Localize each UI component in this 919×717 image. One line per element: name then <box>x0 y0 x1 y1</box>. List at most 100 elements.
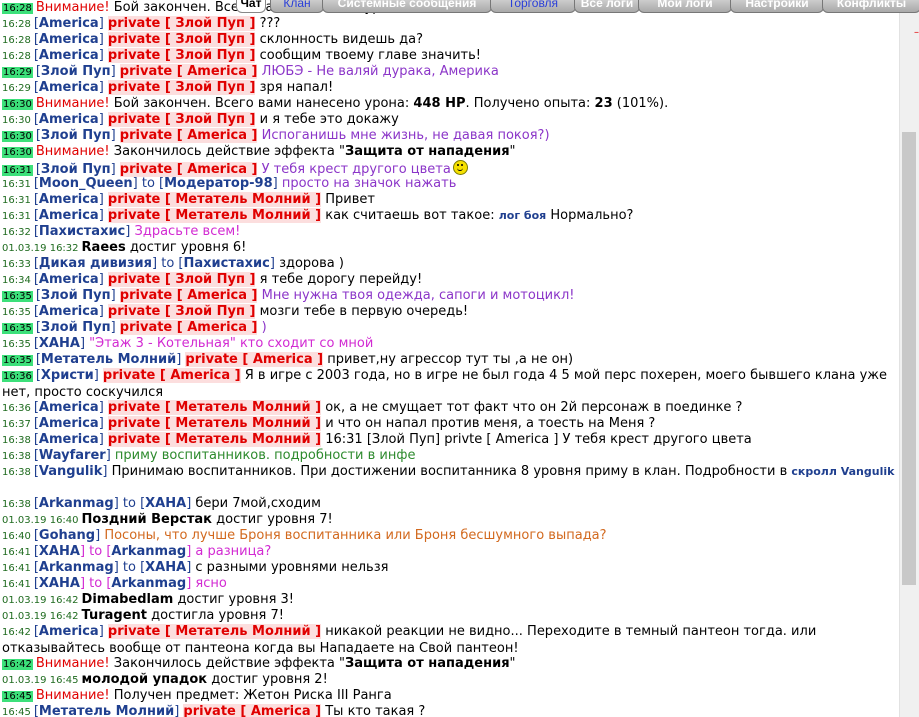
user-nick[interactable]: Злой Пуп <box>41 64 111 79</box>
message-timestamp: 16:32 <box>2 227 31 238</box>
user-nick[interactable]: Arkanmag <box>111 576 186 591</box>
message-text: ] <box>95 528 105 543</box>
user-nick[interactable]: America <box>39 624 99 639</box>
user-nick[interactable]: Moon_Queen <box>39 176 133 191</box>
user-nick[interactable]: Злой Пуп <box>41 288 111 303</box>
user-nick[interactable]: ХАНА <box>145 496 186 511</box>
scrollbar-thumb[interactable] <box>902 132 916 585</box>
chat-message: 16:31 [Moon_Queen] to [Модератор-98] прос… <box>2 176 896 192</box>
message-text: Поздний Верстак <box>81 512 212 527</box>
private-tag[interactable]: private [ Метатель Молний ] <box>107 208 322 223</box>
message-text: здорова ) <box>279 256 344 271</box>
user-nick[interactable]: Метатель Молний <box>39 704 174 717</box>
private-tag[interactable]: private [ Метатель Молний ] <box>107 624 322 639</box>
private-tag[interactable]: private [ America ] <box>183 704 322 717</box>
private-tag[interactable]: private [ America ] <box>185 352 324 367</box>
private-tag[interactable]: private [ America ] <box>119 162 258 177</box>
tab-3[interactable]: Торговля <box>490 0 576 13</box>
user-nick[interactable]: Пахистахис <box>183 256 269 271</box>
user-nick[interactable]: America <box>39 80 99 95</box>
user-nick[interactable]: Arkanmag <box>39 496 114 511</box>
private-tag[interactable]: private [ Метатель Молний ] <box>107 432 322 447</box>
message-text: Испоганишь мне жизнь, не давая покоя?) <box>257 128 550 143</box>
private-tag[interactable]: private [ Метатель Молний ] <box>107 400 322 415</box>
message-text: ] <box>98 80 108 95</box>
user-nick[interactable]: Пахистахис <box>39 224 125 239</box>
message-text: Turagent <box>81 608 148 623</box>
user-nick[interactable]: America <box>39 208 99 223</box>
private-tag[interactable]: private [ Злой Пуп ] <box>107 112 256 127</box>
private-tag[interactable]: private [ America ] <box>119 320 258 335</box>
user-nick[interactable]: Модератор-98 <box>164 176 273 191</box>
user-nick[interactable]: America <box>39 432 99 447</box>
user-nick[interactable]: America <box>39 48 99 63</box>
tab-7[interactable]: Конфликты <box>822 0 919 13</box>
chat-scrollbar[interactable] <box>899 10 919 717</box>
user-nick[interactable]: ХАНА <box>145 560 186 575</box>
message-text: ] to [ <box>79 576 112 591</box>
private-tag[interactable]: private [ Злой Пуп ] <box>107 272 256 287</box>
user-nick[interactable]: America <box>39 32 99 47</box>
message-timestamp: 16:35 <box>2 323 33 334</box>
user-nick[interactable]: America <box>39 16 99 31</box>
tab-0[interactable]: Чат <box>236 0 266 13</box>
user-nick[interactable]: America <box>39 192 99 207</box>
user-nick[interactable]: Христи <box>41 368 94 383</box>
user-nick[interactable]: Злой Пуп <box>41 128 111 143</box>
tab-4[interactable]: Все логи <box>574 0 640 13</box>
private-tag[interactable]: private [ Злой Пуп ] <box>107 80 256 95</box>
message-link[interactable]: лог боя <box>499 209 547 222</box>
private-tag[interactable]: private [ Метатель Молний ] <box>107 416 322 431</box>
user-nick[interactable]: Дикая дивизия <box>39 256 152 271</box>
message-text: 16:31 [Злой Пуп] privte [ America ] У те… <box>321 432 752 447</box>
user-nick[interactable]: Wayfarer <box>39 448 106 463</box>
message-text: ] <box>110 64 120 79</box>
private-tag[interactable]: private [ America ] <box>119 64 258 79</box>
user-nick[interactable]: ХАНА <box>39 544 80 559</box>
message-link[interactable]: скролл Vangulik <box>791 465 894 478</box>
tab-2[interactable]: Системные сообщения <box>322 0 492 13</box>
user-nick[interactable]: Arkanmag <box>39 560 114 575</box>
chat-message: 16:35 [Злой Пуп] private [ America ] ) <box>2 320 896 336</box>
user-nick[interactable]: Злой Пуп <box>41 320 111 335</box>
user-nick[interactable]: ХАНА <box>39 576 80 591</box>
user-nick[interactable]: America <box>39 400 99 415</box>
user-nick[interactable]: Gohang <box>39 528 95 543</box>
user-nick[interactable]: ХАНА <box>39 336 80 351</box>
tab-5[interactable]: Мои логи <box>638 0 732 13</box>
user-nick[interactable]: Vangulik <box>39 464 103 479</box>
user-nick[interactable]: America <box>39 304 99 319</box>
message-text: ] <box>93 368 103 383</box>
message-text: ] to [ <box>79 544 112 559</box>
user-nick[interactable]: Метатель Молний <box>41 352 176 367</box>
private-tag[interactable]: private [ Злой Пуп ] <box>107 16 256 31</box>
message-text: Здрасьте всем! <box>134 224 241 239</box>
private-tag[interactable]: private [ Метатель Молний ] <box>107 192 322 207</box>
user-nick[interactable]: Arkanmag <box>111 544 186 559</box>
message-text: Принимаю воспитанников. При достижении в… <box>111 464 792 479</box>
message-text: У тебя крест другого цвета <box>257 162 451 177</box>
message-text: ] ясно <box>186 576 227 591</box>
user-nick[interactable]: America <box>39 112 99 127</box>
private-tag[interactable]: private [ Злой Пуп ] <box>107 32 256 47</box>
user-nick[interactable]: America <box>39 272 99 287</box>
private-tag[interactable]: private [ Злой Пуп ] <box>107 48 256 63</box>
chat-message: 01.03.19 16:45 молодой упадок достиг уров… <box>2 672 896 688</box>
message-text: ] <box>98 192 108 207</box>
chat-message: 16:29 [America] private [ Злой Пуп ] зря … <box>2 80 896 96</box>
message-timestamp: 16:31 <box>2 165 33 176</box>
user-nick[interactable]: America <box>39 416 99 431</box>
message-text: с разными уровнями нельзя <box>195 560 389 575</box>
user-nick[interactable]: Злой Пуп <box>41 162 111 177</box>
private-tag[interactable]: private [ America ] <box>119 128 258 143</box>
message-text: Посоны, что лучше Броня воспитанника или… <box>104 528 607 543</box>
tab-6[interactable]: Настройки <box>730 0 824 13</box>
chat-message: 16:28 [America] private [ Злой Пуп ] скло… <box>2 32 896 48</box>
private-tag[interactable]: private [ Злой Пуп ] <box>107 304 256 319</box>
message-text: ) <box>257 320 267 335</box>
private-tag[interactable]: private [ America ] <box>119 288 258 303</box>
message-text: ] to [ <box>152 256 184 271</box>
tab-1[interactable]: Клан <box>270 0 324 13</box>
private-tag[interactable]: private [ America ] <box>102 368 241 383</box>
message-text: и я тебе это докажу <box>255 112 399 127</box>
